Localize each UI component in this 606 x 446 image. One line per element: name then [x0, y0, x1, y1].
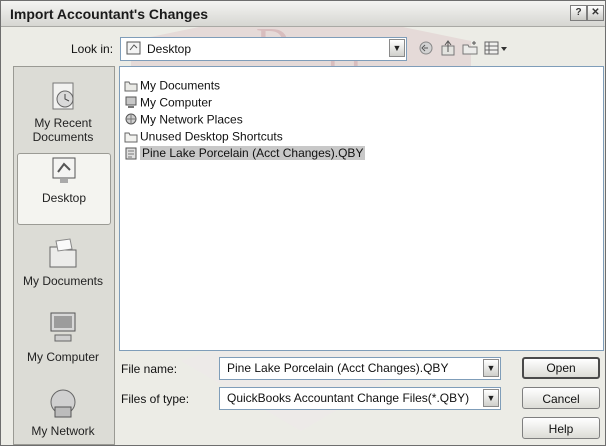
back-icon[interactable] [417, 39, 435, 57]
computer-icon [125, 96, 137, 109]
file-name: My Network Places [140, 112, 243, 127]
list-item[interactable]: My Network Places [124, 111, 243, 128]
chevron-down-icon[interactable]: ▼ [483, 359, 499, 377]
new-folder-icon[interactable] [461, 39, 479, 57]
file-type-label: Files of type: [121, 392, 190, 406]
look-in-dropdown[interactable]: Desktop ▼ [120, 37, 407, 61]
desktop-icon [52, 157, 76, 183]
list-item[interactable]: My Documents [124, 77, 220, 94]
up-one-level-icon[interactable] [439, 39, 457, 57]
file-name-value: Pine Lake Porcelain (Acct Changes).QBY [227, 361, 449, 375]
views-menu-icon[interactable] [483, 39, 509, 57]
file-name-field[interactable]: Pine Lake Porcelain (Acct Changes).QBY ▼ [219, 357, 501, 380]
desktop-icon [126, 41, 141, 55]
look-in-value: Desktop [147, 42, 192, 56]
network-icon [125, 113, 137, 125]
help-button[interactable]: Help [522, 417, 600, 439]
place-my-network[interactable]: My Network [17, 385, 109, 438]
place-label: My Recent [34, 116, 92, 130]
chevron-down-icon[interactable]: ▼ [389, 39, 405, 57]
list-item[interactable]: Pine Lake Porcelain (Acct Changes).QBY [124, 145, 366, 162]
list-item[interactable]: Unused Desktop Shortcuts [124, 128, 283, 145]
place-my-recent-documents[interactable]: My Recent Documents [17, 79, 109, 144]
title-bar[interactable]: Import Accountant's Changes ? ✕ [1, 1, 605, 27]
folder-documents-icon [124, 81, 138, 92]
recent-documents-icon [52, 82, 74, 110]
my-computer-icon [50, 312, 76, 342]
folder-icon [124, 132, 138, 143]
place-desktop[interactable]: Desktop [17, 153, 111, 225]
my-documents-icon [49, 238, 77, 268]
places-bar: My Recent Documents Desktop My Documents [13, 66, 115, 445]
place-label: My Documents [22, 274, 104, 288]
dialog-title: Import Accountant's Changes [10, 6, 209, 22]
place-label: Desktop [41, 191, 87, 205]
list-item[interactable]: My Computer [124, 94, 212, 111]
file-name: My Documents [140, 78, 221, 93]
chevron-down-icon[interactable]: ▼ [483, 389, 499, 407]
file-name: My Computer [140, 95, 213, 110]
cancel-button[interactable]: Cancel [522, 387, 600, 409]
look-in-label: Look in: [71, 42, 114, 56]
open-button[interactable]: Open [522, 357, 600, 379]
place-my-documents[interactable]: My Documents [17, 235, 109, 288]
file-type-dropdown[interactable]: QuickBooks Accountant Change Files(*.QBY… [219, 387, 501, 410]
file-name: Pine Lake Porcelain (Acct Changes).QBY [140, 146, 366, 161]
place-label: My Network [31, 424, 95, 438]
my-network-icon [50, 389, 76, 418]
place-label: Documents [32, 130, 94, 144]
place-label: My Computer [26, 350, 100, 364]
file-type-value: QuickBooks Accountant Change Files(*.QBY… [227, 391, 470, 405]
close-button[interactable]: ✕ [587, 5, 604, 21]
qby-file-icon [125, 147, 137, 160]
file-name: Unused Desktop Shortcuts [140, 129, 283, 144]
file-list[interactable]: My Documents My Computer My Network Plac… [119, 66, 604, 351]
help-title-button[interactable]: ? [570, 5, 587, 21]
place-my-computer[interactable]: My Computer [17, 309, 109, 364]
file-name-label: File name: [121, 362, 178, 376]
import-dialog: Dropp Import Accountant's Changes ? ✕ Lo… [0, 0, 606, 446]
